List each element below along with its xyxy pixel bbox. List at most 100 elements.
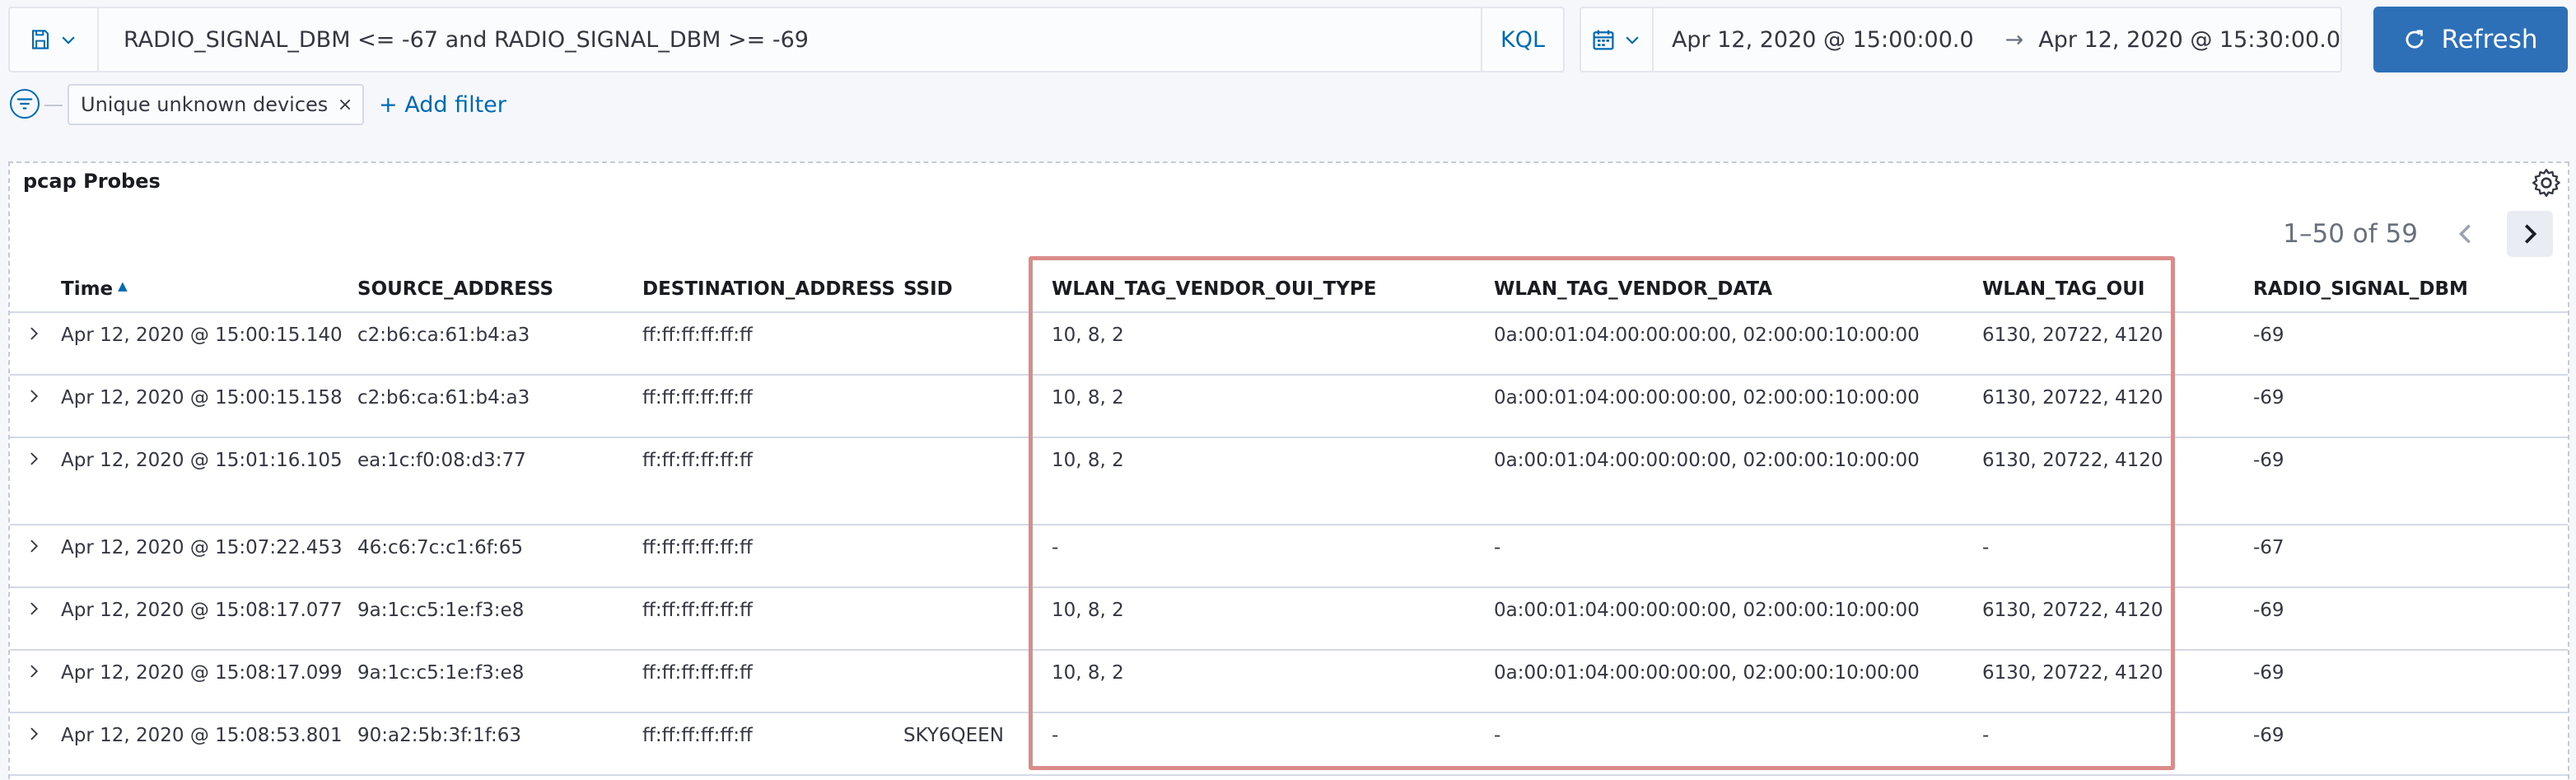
filter-pill-unique-unknown-devices[interactable]: Unique unknown devices	[68, 84, 365, 125]
cell-wlan-tag-oui: 6130, 20722, 4120	[1982, 662, 2163, 684]
cell-wlan-tag-vendor-oui-type: -	[1052, 725, 1059, 746]
cell-wlan-tag-oui: 6130, 20722, 4120	[1982, 325, 2163, 346]
panel-title: pcap Probes	[23, 170, 161, 193]
cell-source-address: ea:1c:f0:08:d3:77	[357, 450, 526, 471]
cell-source-address: 9a:1c:c5:1e:f3:e8	[357, 600, 525, 621]
chevron-right-icon	[26, 388, 42, 404]
refresh-icon	[2403, 28, 2426, 51]
cell-time: Apr 12, 2020 @ 15:07:22.453	[61, 537, 343, 558]
table-row: Apr 12, 2020 @ 15:00:15.158 c2:b6:ca:61:b…	[10, 376, 2568, 438]
cell-time: Apr 12, 2020 @ 15:00:15.140	[61, 325, 343, 346]
filter-connector	[44, 105, 63, 106]
panel-settings-button[interactable]	[2530, 166, 2563, 199]
cell-source-address: c2:b6:ca:61:b4:a3	[357, 387, 530, 409]
cell-wlan-tag-vendor-data: 0a:00:01:04:00:00:00:00, 02:00:00:10:00:…	[1494, 387, 1920, 409]
expand-row-button[interactable]	[21, 722, 46, 746]
column-header-time[interactable]: Time ▲	[61, 278, 128, 300]
filter-options-button[interactable]	[10, 89, 40, 119]
table-row: Apr 12, 2020 @ 15:00:15.140 c2:b6:ca:61:b…	[10, 313, 2568, 376]
sort-ascending-icon: ▲	[118, 278, 128, 293]
table-row: Apr 12, 2020 @ 15:07:22.453 46:c6:7c:c1:6…	[10, 525, 2568, 588]
close-icon[interactable]	[338, 97, 352, 112]
calendar-icon	[1592, 28, 1615, 51]
table-row: Apr 12, 2020 @ 15:08:17.077 9a:1c:c5:1e:f…	[10, 588, 2568, 651]
add-filter-link[interactable]: + Add filter	[379, 92, 506, 118]
cell-destination-address: ff:ff:ff:ff:ff:ff	[642, 537, 753, 558]
cell-destination-address: ff:ff:ff:ff:ff:ff	[642, 725, 753, 746]
column-header-radio-signal-dbm[interactable]: RADIO_SIGNAL_DBM	[2253, 278, 2468, 300]
expand-row-button[interactable]	[21, 596, 46, 621]
cell-destination-address: ff:ff:ff:ff:ff:ff	[642, 325, 753, 346]
end-date-button[interactable]: Apr 12, 2020 @ 15:30:00.0	[2038, 27, 2340, 53]
refresh-label: Refresh	[2441, 25, 2538, 54]
cell-destination-address: ff:ff:ff:ff:ff:ff	[642, 450, 753, 471]
query-language-button[interactable]: KQL	[1481, 8, 1563, 71]
previous-page-button[interactable]	[2443, 211, 2489, 257]
refresh-button[interactable]: Refresh	[2373, 7, 2568, 72]
column-header-label: Time	[61, 278, 114, 300]
chevron-right-icon	[26, 600, 42, 617]
filter-pill-label: Unique unknown devices	[81, 93, 329, 116]
column-header-destination-address[interactable]: DESTINATION_ADDRESS	[642, 278, 895, 300]
cell-wlan-tag-oui: 6130, 20722, 4120	[1982, 450, 2163, 471]
start-date-button[interactable]: Apr 12, 2020 @ 15:00:00.0	[1654, 27, 1974, 53]
cell-wlan-tag-vendor-data: -	[1494, 537, 1501, 558]
cell-time: Apr 12, 2020 @ 15:08:17.077	[61, 600, 343, 621]
cell-destination-address: ff:ff:ff:ff:ff:ff	[642, 387, 753, 409]
cell-time: Apr 12, 2020 @ 15:08:17.099	[61, 662, 343, 684]
cell-radio-signal-dbm: -69	[2253, 600, 2284, 621]
cell-wlan-tag-vendor-oui-type: -	[1052, 537, 1059, 558]
cell-wlan-tag-vendor-data: 0a:00:01:04:00:00:00:00, 02:00:00:10:00:…	[1494, 600, 1920, 621]
saved-query-button[interactable]	[10, 8, 99, 71]
expand-row-button[interactable]	[21, 384, 46, 409]
chevron-down-icon	[1623, 30, 1641, 49]
search-input[interactable]: RADIO_SIGNAL_DBM <= -67 and RADIO_SIGNAL…	[99, 27, 1481, 53]
cell-wlan-tag-vendor-oui-type: 10, 8, 2	[1052, 325, 1124, 346]
quick-date-menu-button[interactable]	[1581, 8, 1654, 71]
cell-radio-signal-dbm: -69	[2253, 450, 2284, 471]
cell-radio-signal-dbm: -69	[2253, 662, 2284, 684]
chevron-right-icon	[26, 325, 42, 342]
pagination-count: 1–50 of 59	[2283, 219, 2418, 249]
chevron-right-icon	[26, 451, 42, 467]
cell-wlan-tag-vendor-data: 0a:00:01:04:00:00:00:00, 02:00:00:10:00:…	[1494, 662, 1920, 684]
cell-wlan-tag-oui: -	[1982, 725, 1990, 746]
gear-icon	[2530, 166, 2563, 199]
chevron-left-icon	[2453, 222, 2478, 246]
cell-source-address: 9a:1c:c5:1e:f3:e8	[357, 662, 525, 684]
next-page-button[interactable]	[2507, 211, 2553, 257]
cell-destination-address: ff:ff:ff:ff:ff:ff	[642, 600, 753, 621]
column-header-source-address[interactable]: SOURCE_ADDRESS	[357, 278, 553, 300]
cell-time: Apr 12, 2020 @ 15:01:16.105	[61, 450, 343, 471]
table-row: Apr 12, 2020 @ 15:08:53.801 90:a2:5b:3f:1…	[10, 713, 2568, 776]
cell-time: Apr 12, 2020 @ 15:00:15.158	[61, 387, 343, 409]
column-header-wlan-tag-vendor-data[interactable]: WLAN_TAG_VENDOR_DATA	[1494, 278, 1772, 300]
cell-wlan-tag-vendor-data: 0a:00:01:04:00:00:00:00, 02:00:00:10:00:…	[1494, 325, 1920, 346]
column-header-ssid[interactable]: SSID	[903, 278, 953, 300]
cell-time: Apr 12, 2020 @ 15:08:53.801	[61, 725, 343, 746]
column-header-wlan-tag-vendor-oui-type[interactable]: WLAN_TAG_VENDOR_OUI_TYPE	[1052, 278, 1376, 300]
cell-wlan-tag-vendor-oui-type: 10, 8, 2	[1052, 600, 1124, 621]
date-range: Apr 12, 2020 @ 15:00:00.0 → Apr 12, 2020…	[1654, 27, 2340, 53]
cell-wlan-tag-vendor-data: -	[1494, 725, 1501, 746]
cell-ssid: SKY6QEEN	[903, 725, 1004, 746]
chevron-right-icon	[2518, 222, 2542, 246]
cell-radio-signal-dbm: -67	[2253, 537, 2284, 558]
expand-row-button[interactable]	[21, 659, 46, 684]
expand-row-button[interactable]	[21, 446, 46, 471]
pagination: 1–50 of 59	[2283, 211, 2553, 257]
save-icon	[30, 29, 51, 50]
cell-wlan-tag-vendor-oui-type: 10, 8, 2	[1052, 450, 1124, 471]
chevron-down-icon	[59, 30, 77, 49]
expand-row-button[interactable]	[21, 534, 46, 558]
filter-icon	[16, 95, 34, 113]
cell-wlan-tag-oui: 6130, 20722, 4120	[1982, 387, 2163, 409]
cell-radio-signal-dbm: -69	[2253, 325, 2284, 346]
expand-row-button[interactable]	[21, 321, 46, 346]
column-header-wlan-tag-oui[interactable]: WLAN_TAG_OUI	[1982, 278, 2144, 300]
chevron-right-icon	[26, 538, 42, 554]
cell-wlan-tag-oui: -	[1982, 537, 1990, 558]
cell-radio-signal-dbm: -69	[2253, 387, 2284, 409]
chevron-right-icon	[26, 726, 42, 742]
cell-radio-signal-dbm: -69	[2253, 725, 2284, 746]
